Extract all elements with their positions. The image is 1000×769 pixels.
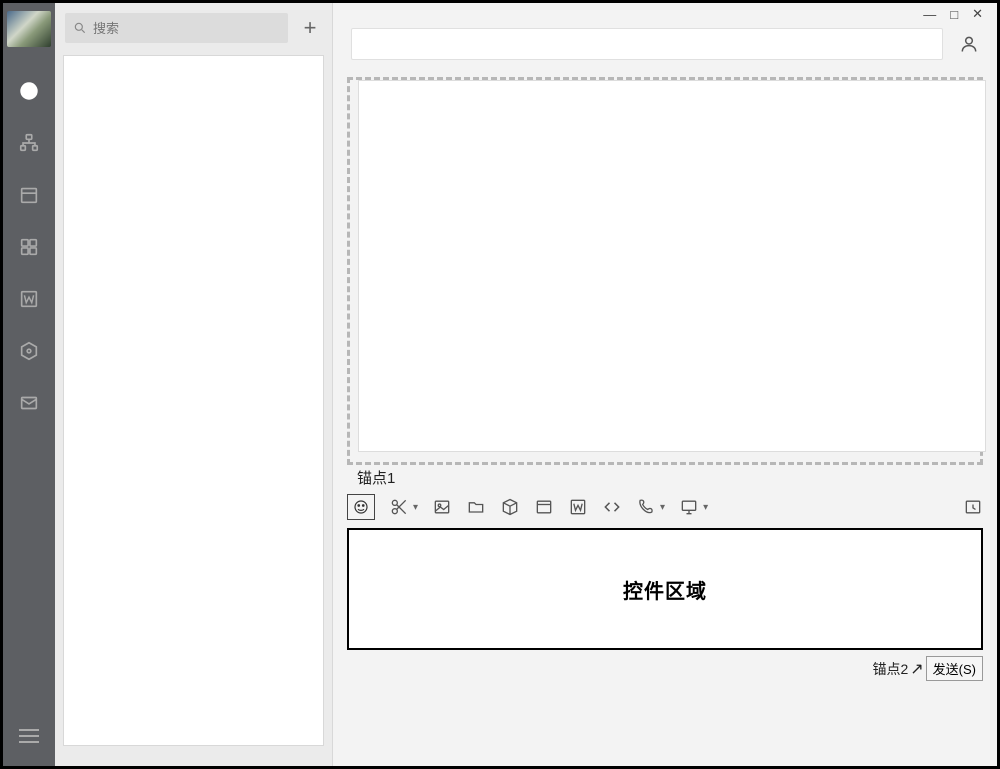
cube-button[interactable] — [500, 494, 520, 520]
window-button[interactable] — [534, 494, 554, 520]
nav-rail — [3, 3, 55, 766]
hexagon-icon — [18, 340, 40, 362]
main-area: — □ ✕ 锚点1 — [333, 3, 997, 766]
chat-header — [333, 25, 997, 69]
avatar[interactable] — [7, 11, 51, 47]
org-chart-icon — [18, 132, 40, 154]
nav-mail[interactable] — [13, 387, 45, 419]
anchor-2-label: 锚点2 — [872, 659, 908, 679]
history-icon — [963, 497, 983, 517]
person-icon — [959, 34, 979, 54]
send-row: 锚点2 ↗ 发送(S) — [333, 650, 997, 691]
image-icon — [432, 497, 452, 517]
file-button[interactable] — [466, 494, 486, 520]
window-icon — [534, 497, 554, 517]
minimize-button[interactable]: — — [923, 7, 936, 22]
apps-grid-icon — [18, 236, 40, 258]
image-button[interactable] — [432, 494, 452, 520]
close-button[interactable]: ✕ — [972, 6, 983, 22]
history-button[interactable] — [963, 494, 983, 520]
call-button[interactable]: ▾ — [636, 494, 665, 520]
compose-area[interactable]: 控件区域 — [347, 528, 983, 650]
compose-placeholder: 控件区域 — [623, 575, 707, 604]
screen-share-icon — [679, 497, 699, 517]
add-conversation-button[interactable]: + — [298, 16, 322, 40]
doc-button[interactable] — [568, 494, 588, 520]
nav-chat[interactable] — [13, 75, 45, 107]
window-controls: — □ ✕ — [333, 3, 997, 25]
message-region-outline — [347, 77, 983, 465]
chat-title-box — [351, 28, 943, 60]
nav-org[interactable] — [13, 127, 45, 159]
calendar-icon — [18, 184, 40, 206]
chevron-down-icon: ▾ — [413, 502, 418, 513]
emoji-icon — [352, 498, 370, 516]
chat-circle-icon — [18, 80, 40, 102]
code-button[interactable] — [602, 494, 622, 520]
message-list[interactable] — [358, 80, 986, 452]
nav-calendar[interactable] — [13, 179, 45, 211]
phone-icon — [636, 497, 656, 517]
message-area-wrap: 锚点1 — [347, 77, 983, 488]
search-row: + — [55, 3, 332, 51]
word-icon — [18, 288, 40, 310]
nav-apps[interactable] — [13, 231, 45, 263]
sidebar: + — [55, 3, 333, 766]
send-button[interactable]: 发送(S) — [926, 656, 983, 681]
screen-share-button[interactable]: ▾ — [679, 494, 708, 520]
mail-icon — [18, 392, 40, 414]
word-square-icon — [568, 497, 588, 517]
cube-icon — [500, 497, 520, 517]
search-input[interactable] — [93, 21, 280, 36]
chevron-down-icon: ▾ — [660, 502, 665, 513]
nav-word[interactable] — [13, 283, 45, 315]
profile-button[interactable] — [955, 30, 983, 58]
menu-button[interactable] — [13, 720, 45, 752]
anchor-1-label: 锚点1 — [357, 467, 983, 488]
conversation-list[interactable] — [63, 55, 324, 746]
folder-icon — [466, 497, 486, 517]
scissors-icon — [389, 497, 409, 517]
maximize-button[interactable]: □ — [950, 7, 958, 22]
code-icon — [602, 497, 622, 517]
anchor-2-arrow-icon: ↗ — [910, 659, 923, 679]
screenshot-button[interactable]: ▾ — [389, 494, 418, 520]
app-root: + — □ ✕ 锚点1 — [3, 3, 997, 766]
emoji-button[interactable] — [347, 494, 375, 520]
nav-hex[interactable] — [13, 335, 45, 367]
search-box[interactable] — [65, 13, 288, 43]
compose-toolbar: ▾ — [333, 488, 997, 524]
chevron-down-icon: ▾ — [703, 502, 708, 513]
search-icon — [73, 21, 87, 35]
